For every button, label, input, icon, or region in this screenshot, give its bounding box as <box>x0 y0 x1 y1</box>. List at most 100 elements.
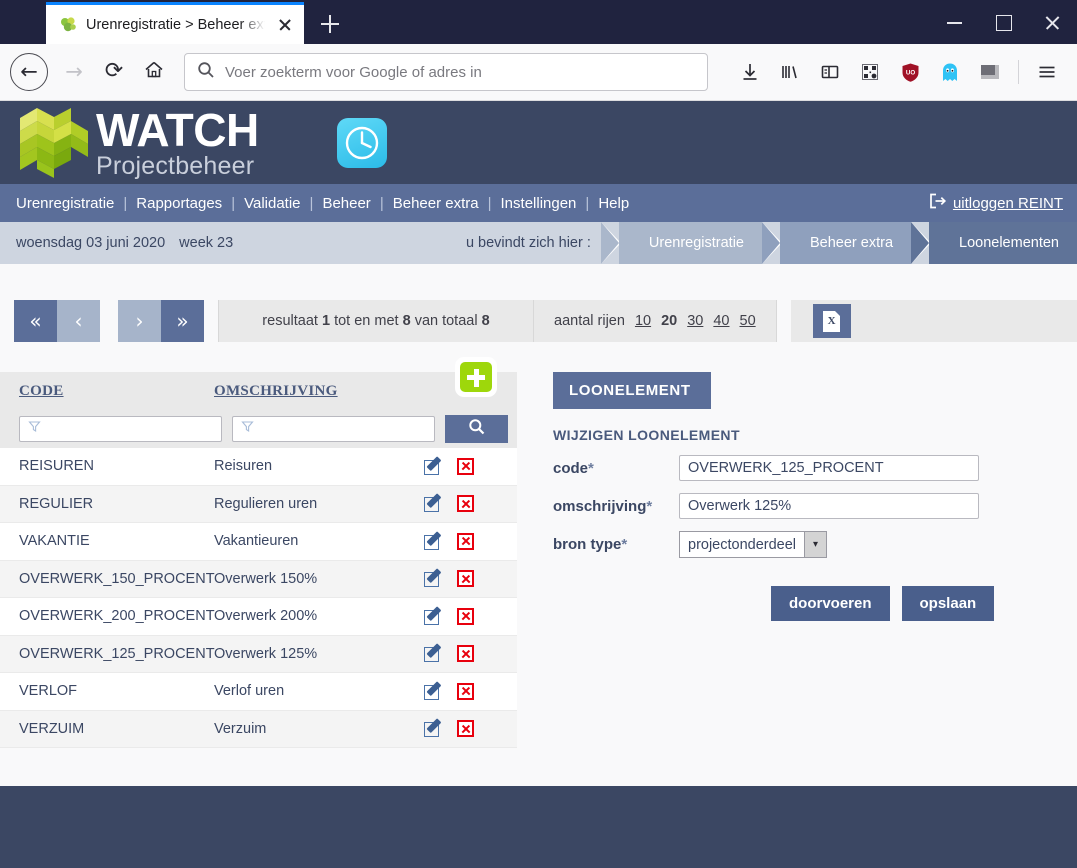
cell-omschrijving: Overwerk 150% <box>214 570 318 587</box>
cell-omschrijving: Overwerk 125% <box>214 645 318 662</box>
grid-body: REISUREN Reisuren REGULIER Regulieren ur… <box>0 448 517 748</box>
chevron-down-icon[interactable]: ▾ <box>804 532 827 557</box>
add-loonelement-button[interactable] <box>455 357 497 397</box>
delete-icon[interactable] <box>457 457 474 475</box>
nav-separator: | <box>585 194 590 212</box>
forward-button[interactable]: → <box>54 52 94 92</box>
address-bar[interactable]: Voer zoekterm voor Google of adres in <box>184 53 708 91</box>
doorvoeren-button[interactable]: doorvoeren <box>771 586 890 621</box>
delete-icon[interactable] <box>457 682 474 700</box>
nav-item-urenregistratie[interactable]: Urenregistratie <box>16 195 114 212</box>
nav-item-help[interactable]: Help <box>598 195 629 212</box>
delete-icon[interactable] <box>457 495 474 513</box>
funnel-icon <box>241 420 254 438</box>
rows-option-50[interactable]: 50 <box>740 313 756 329</box>
pagination-controls: « ‹ › » <box>14 300 204 342</box>
cell-code: OVERWERK_125_PROCENT <box>19 645 215 662</box>
delete-icon[interactable] <box>457 607 474 625</box>
nav-item-rapportages[interactable]: Rapportages <box>136 195 222 212</box>
filter-input-omschrijving[interactable] <box>232 416 435 442</box>
breadcrumb-item-urenregistratie[interactable]: Urenregistratie <box>618 222 762 264</box>
table-row[interactable]: REISUREN Reisuren <box>0 448 517 486</box>
rows-option-30[interactable]: 30 <box>687 313 703 329</box>
edit-icon[interactable] <box>424 531 443 551</box>
column-header-code[interactable]: CODE <box>0 383 214 400</box>
table-row[interactable]: VAKANTIE Vakantieuren <box>0 523 517 561</box>
excel-file-icon: X <box>823 310 841 332</box>
nav-item-validatie[interactable]: Validatie <box>244 195 300 212</box>
rows-per-page: aantal rijen 10 20 30 40 50 <box>534 300 777 342</box>
table-row[interactable]: VERZUIM Verzuim <box>0 710 517 748</box>
search-icon <box>468 418 486 441</box>
excel-export-button[interactable]: X <box>812 304 851 338</box>
logout-button[interactable]: uitloggen REINT <box>929 193 1063 214</box>
maximize-icon[interactable] <box>979 0 1028 44</box>
watch-cube-logo-icon <box>6 104 92 182</box>
cell-code: REGULIER <box>19 495 94 512</box>
cell-omschrijving: Vakantieuren <box>214 533 299 550</box>
edit-icon[interactable] <box>424 456 443 476</box>
edit-icon[interactable] <box>424 718 443 738</box>
sidebar-icon[interactable] <box>810 52 850 92</box>
minimize-icon[interactable] <box>930 0 979 44</box>
prev-page-button[interactable]: ‹ <box>57 300 100 342</box>
grid-search-button[interactable] <box>445 415 508 443</box>
select-bron-type[interactable]: projectonderdeel ▾ <box>679 531 828 558</box>
close-icon[interactable] <box>274 14 296 36</box>
shield-icon[interactable]: UO <box>890 52 930 92</box>
nav-item-beheer-extra[interactable]: Beheer extra <box>393 195 479 212</box>
row-actions <box>424 531 474 551</box>
qr-icon[interactable] <box>850 52 890 92</box>
column-header-omschrijving[interactable]: OMSCHRIJVING <box>214 383 424 400</box>
delete-icon[interactable] <box>457 532 474 550</box>
opslaan-button[interactable]: opslaan <box>901 586 995 621</box>
reload-icon: ⟳ <box>104 58 124 84</box>
loonelement-form: LOONELEMENT WIJZIGEN LOONELEMENT code* O… <box>553 372 1023 621</box>
breadcrumb-item-loonelementen[interactable]: Loonelementen <box>929 222 1077 264</box>
edit-icon[interactable] <box>424 643 443 663</box>
rows-label: aantal rijen <box>554 313 625 329</box>
browser-window: Urenregistratie > Beheer extra ← → ⟳ Voe… <box>0 0 1077 868</box>
library-icon[interactable] <box>770 52 810 92</box>
filter-input-code[interactable] <box>19 416 222 442</box>
new-tab-button[interactable] <box>310 4 350 44</box>
table-row[interactable]: OVERWERK_200_PROCENT Overwerk 200% <box>0 598 517 636</box>
browser-tab[interactable]: Urenregistratie > Beheer extra <box>46 2 304 44</box>
back-button[interactable]: ← <box>10 53 48 91</box>
nav-item-beheer[interactable]: Beheer <box>322 195 370 212</box>
first-page-button[interactable]: « <box>14 300 57 342</box>
rows-option-10[interactable]: 10 <box>635 313 651 329</box>
table-row[interactable]: VERLOF Verlof uren <box>0 673 517 711</box>
funnel-icon <box>28 420 41 438</box>
ghost-icon[interactable] <box>930 52 970 92</box>
last-page-button[interactable]: » <box>161 300 204 342</box>
edit-icon[interactable] <box>424 493 443 513</box>
nav-item-instellingen[interactable]: Instellingen <box>501 195 577 212</box>
edit-icon[interactable] <box>424 681 443 701</box>
edit-icon[interactable] <box>424 568 443 588</box>
table-row[interactable]: REGULIER Regulieren uren <box>0 485 517 523</box>
delete-icon[interactable] <box>457 570 474 588</box>
delete-icon[interactable] <box>457 645 474 663</box>
input-code[interactable]: OVERWERK_125_PROCENT <box>679 455 979 481</box>
table-row[interactable]: OVERWERK_125_PROCENT Overwerk 125% <box>0 635 517 673</box>
cell-omschrijving: Reisuren <box>214 458 273 475</box>
app-logo: WATCH Projectbeheer <box>6 104 259 182</box>
next-page-button[interactable]: › <box>118 300 161 342</box>
rows-option-20[interactable]: 20 <box>661 313 677 329</box>
address-input[interactable]: Voer zoekterm voor Google of adres in <box>225 64 482 81</box>
download-icon[interactable] <box>730 52 770 92</box>
rows-option-40[interactable]: 40 <box>713 313 729 329</box>
cell-code: VERZUIM <box>19 720 85 737</box>
input-omschrijving[interactable]: Overwerk 125% <box>679 493 979 519</box>
edit-icon[interactable] <box>424 606 443 626</box>
table-row[interactable]: OVERWERK_150_PROCENT Overwerk 150% <box>0 560 517 598</box>
extension-icon[interactable] <box>970 52 1010 92</box>
close-window-icon[interactable] <box>1028 0 1077 44</box>
menu-icon[interactable] <box>1027 52 1067 92</box>
breadcrumb-chevron-fill <box>761 222 780 264</box>
home-button[interactable] <box>134 52 174 92</box>
breadcrumb-item-beheer-extra[interactable]: Beheer extra <box>779 222 912 264</box>
reload-button[interactable]: ⟳ <box>94 52 134 92</box>
delete-icon[interactable] <box>457 720 474 738</box>
